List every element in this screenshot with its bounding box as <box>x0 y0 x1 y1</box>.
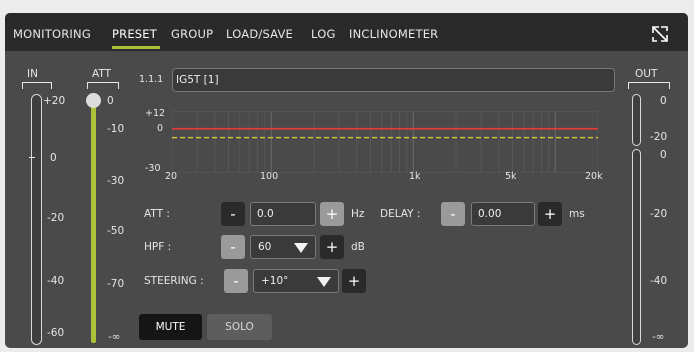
att-fader-bracket <box>87 82 119 89</box>
att-scale-0: 0 <box>107 95 114 107</box>
att-scale-minus30: -30 <box>107 175 125 187</box>
out-lower-scale-minus20: -20 <box>650 208 668 220</box>
out-lower-scale-0: 0 <box>660 149 667 161</box>
chevron-down-icon <box>317 277 331 287</box>
delay-unit-label: ms <box>569 208 585 220</box>
out-lower-scale-minus40: -40 <box>650 275 668 287</box>
channel-index: 1.1.1 <box>139 74 164 85</box>
tab-preset[interactable]: PRESET <box>112 27 157 41</box>
graph-x-tick-100: 100 <box>260 171 279 182</box>
att-scale-minus50: -50 <box>107 225 125 237</box>
hpf-value: 60 <box>258 241 272 253</box>
chevron-down-icon <box>294 243 308 253</box>
hpf-unit-label: dB <box>351 241 365 253</box>
delay-value-field[interactable]: 0.00 <box>471 202 535 226</box>
top-tab-bar: MONITORING PRESET GROUP LOAD/SAVE LOG IN… <box>5 13 688 51</box>
out-meter-upper <box>632 94 641 146</box>
steering-control-label: STEERING : <box>144 275 204 287</box>
channel-name-field[interactable]: IG5T [1] <box>172 68 615 92</box>
in-meter-bracket <box>22 82 52 89</box>
out-lower-scale-minus-inf: -∞ <box>652 331 665 343</box>
tab-monitoring[interactable]: MONITORING <box>13 27 91 41</box>
hpf-increase-button[interactable]: + <box>320 235 344 259</box>
tab-inclinometer[interactable]: INCLINOMETER <box>349 27 438 41</box>
att-scale-minus10: -10 <box>107 123 125 135</box>
att-decrease-button[interactable]: - <box>221 202 245 226</box>
att-unit-label: Hz <box>351 208 365 220</box>
out-upper-scale-0: 0 <box>660 95 667 107</box>
hpf-frequency-dropdown[interactable]: 60 <box>250 235 316 259</box>
steering-angle-dropdown[interactable]: +10° <box>253 269 339 293</box>
in-scale-0: 0 <box>50 152 57 164</box>
graph-x-tick-20: 20 <box>165 171 178 182</box>
in-meter <box>31 94 42 345</box>
in-meter-title: IN <box>27 68 38 80</box>
solo-button[interactable]: SOLO <box>207 314 272 340</box>
delay-increase-button[interactable]: + <box>538 202 562 226</box>
att-value-field[interactable]: 0.0 <box>250 202 316 226</box>
preset-window: MONITORING PRESET GROUP LOAD/SAVE LOG IN… <box>5 13 688 348</box>
graph-y-tick-plus12: +12 <box>145 108 166 119</box>
active-tab-indicator <box>112 46 160 49</box>
graph-x-tick-1k: 1k <box>409 171 421 182</box>
att-control-label: ATT : <box>144 208 170 220</box>
expand-icon[interactable] <box>651 25 669 43</box>
out-upper-scale-minus20: -20 <box>650 131 668 143</box>
in-scale-minus60: -60 <box>47 327 65 339</box>
out-meter-lower <box>632 149 641 345</box>
frequency-response-graph <box>172 111 598 173</box>
graph-y-tick-0: 0 <box>157 123 164 134</box>
out-meter-bracket <box>628 82 670 89</box>
out-meter-title: OUT <box>635 68 658 80</box>
steering-value: +10° <box>261 275 289 287</box>
graph-x-tick-5k: 5k <box>505 171 517 182</box>
graph-x-tick-20k: 20k <box>585 171 603 182</box>
tab-group[interactable]: GROUP <box>171 27 213 41</box>
hpf-decrease-button[interactable]: - <box>221 235 245 259</box>
hpf-control-label: HPF : <box>144 241 172 253</box>
delay-decrease-button[interactable]: - <box>441 202 465 226</box>
att-fader-knob[interactable] <box>86 93 101 108</box>
steering-decrease-button[interactable]: - <box>224 269 248 293</box>
tab-load-save[interactable]: LOAD/SAVE <box>226 27 293 41</box>
in-scale-plus20: +20 <box>43 95 66 107</box>
att-scale-minus70: -70 <box>107 278 125 290</box>
in-scale-minus40: -40 <box>47 275 65 287</box>
mute-button[interactable]: MUTE <box>139 314 202 340</box>
steering-increase-button[interactable]: + <box>342 269 366 293</box>
att-fader-track[interactable] <box>91 101 96 343</box>
in-zero-marker <box>29 157 35 158</box>
att-scale-minus-inf: -∞ <box>108 331 121 343</box>
delay-control-label: DELAY : <box>380 208 421 220</box>
graph-y-tick-minus30: -30 <box>145 163 161 174</box>
att-increase-button[interactable]: + <box>320 202 344 226</box>
att-fader-title: ATT <box>92 68 112 80</box>
in-scale-minus20: -20 <box>47 212 65 224</box>
tab-log[interactable]: LOG <box>311 27 336 41</box>
